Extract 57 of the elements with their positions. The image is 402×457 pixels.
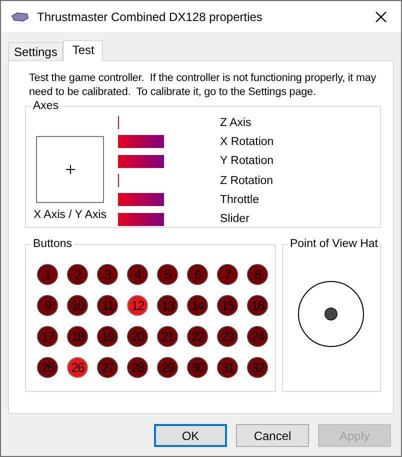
button-indicator: 23 (217, 326, 238, 347)
button-indicator: 10 (67, 295, 88, 316)
button-indicator: 15 (217, 295, 238, 316)
dialog-button[interactable]: OK (154, 424, 227, 447)
button-indicator: 28 (127, 357, 148, 378)
group-label: Buttons (32, 238, 73, 250)
button-indicator: 16 (247, 295, 268, 316)
button-indicator: 8 (247, 264, 268, 285)
axis-label: X Rotation (220, 136, 274, 148)
button-indicator: 7 (217, 264, 238, 285)
crosshair-icon (66, 165, 74, 174)
button-indicator: 9 (37, 295, 58, 316)
button-indicator: 1 (37, 264, 58, 285)
button-indicator: 13 (157, 295, 178, 316)
axis-bar (118, 212, 164, 226)
axis-bar (118, 193, 164, 206)
button-indicator: 30 (187, 357, 208, 378)
button-indicator: 12 (127, 295, 148, 316)
button-indicator: 6 (187, 264, 208, 285)
axis-label: Slider (220, 213, 250, 226)
button-indicator: 29 (157, 357, 178, 378)
pov-hat-drawing (297, 280, 366, 348)
button-indicator: 5 (157, 264, 178, 285)
axis-bar (118, 135, 164, 148)
button-indicator: 11 (97, 295, 118, 316)
button-indicator: 24 (247, 326, 268, 347)
group-label: Point of View Hat (288, 238, 379, 250)
button-indicator: 26 (67, 357, 88, 378)
button-indicator: 31 (217, 357, 238, 378)
axis-marker (118, 174, 119, 188)
button-indicator: 17 (37, 326, 58, 347)
button-indicator: 21 (157, 326, 178, 347)
group-label: Axes (32, 100, 60, 112)
button-indicator: 25 (37, 357, 58, 378)
axis-label: X Axis / Y Axis (33, 209, 107, 221)
axis-label: Y Rotation (220, 155, 274, 168)
axis-label: Z Axis (220, 116, 252, 129)
axis-bar (118, 154, 164, 168)
axis-label: Z Rotation (220, 174, 274, 187)
close-icon[interactable] (375, 10, 387, 22)
button-indicator: 32 (247, 357, 268, 378)
axis-marker (118, 116, 119, 130)
button-indicator: 2 (67, 264, 88, 285)
dialog-button[interactable]: Cancel (236, 424, 309, 447)
button-indicator: 27 (97, 357, 118, 378)
tab[interactable]: Test (63, 40, 104, 61)
description-text: Test the game controller. If the controller is not functioning properly, it may need to be calibrated. To calibrate it, go to the Settings page. (29, 71, 378, 99)
axis-label: Throttle (220, 194, 259, 206)
button-indicator: 14 (187, 295, 208, 316)
button-indicator: 22 (187, 326, 208, 347)
tab[interactable]: Settings (8, 42, 64, 60)
button-indicator: 18 (67, 326, 88, 347)
button-indicator: 3 (97, 264, 118, 285)
button-indicator: 20 (127, 326, 148, 347)
button-indicator: 4 (127, 264, 148, 285)
window-title: Thrustmaster Combined DX128 properties (37, 10, 264, 24)
button-indicator: 19 (97, 326, 118, 347)
